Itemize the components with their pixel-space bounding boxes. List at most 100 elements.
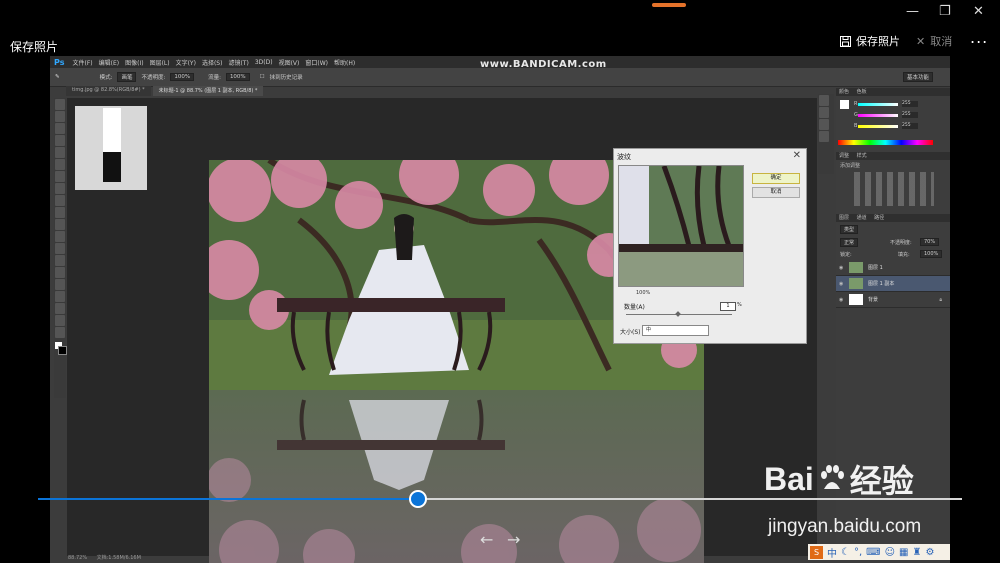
amount-slider-handle[interactable]	[675, 311, 681, 317]
background-color-swatch[interactable]	[58, 346, 67, 355]
minimize-button[interactable]: —	[906, 4, 919, 19]
blend-mode-select[interactable]: 正常	[840, 238, 859, 247]
eyedropper-tool-icon[interactable]	[55, 159, 65, 170]
adjustment-icons[interactable]	[854, 172, 934, 206]
mode-select[interactable]: 画笔	[117, 72, 137, 82]
dialog-close-icon[interactable]: ✕	[793, 150, 801, 161]
preview-zoom[interactable]: 100%	[636, 290, 650, 296]
next-arrow[interactable]: →	[507, 530, 520, 549]
crop-tool-icon[interactable]	[55, 147, 65, 158]
prev-arrow[interactable]: ←	[480, 530, 493, 549]
menu-item[interactable]: 图层(L)	[150, 58, 170, 67]
ime-mode[interactable]: 中	[827, 545, 837, 560]
tab-adjustments[interactable]: 调整	[839, 153, 849, 159]
foreground-swatch[interactable]	[840, 100, 849, 109]
user-icon[interactable]: ☺	[885, 547, 895, 558]
b-slider[interactable]	[858, 125, 898, 128]
menu-item[interactable]: 滤镜(T)	[228, 58, 248, 67]
ok-button[interactable]: 确定	[752, 173, 800, 184]
blur-tool-icon[interactable]	[55, 243, 65, 254]
status-zoom[interactable]: 88.72%	[68, 555, 87, 561]
punctuation-icon[interactable]: °,	[854, 547, 862, 558]
eraser-tool-icon[interactable]	[55, 219, 65, 230]
dialog-cancel-button[interactable]: 取消	[752, 187, 800, 198]
color-panel-tabs: 颜色 色板	[836, 88, 950, 96]
type-tool-icon[interactable]	[55, 279, 65, 290]
moon-icon[interactable]: ☾	[841, 547, 850, 558]
history-checkbox[interactable]: ☐	[260, 74, 265, 80]
keyboard-icon[interactable]: ⌨	[866, 547, 880, 558]
eye-icon[interactable]: ◉	[839, 281, 849, 287]
size-label: 大小(S)	[620, 329, 641, 336]
actions-panel-icon[interactable]	[819, 107, 829, 118]
shape-tool-icon[interactable]	[55, 303, 65, 314]
close-button[interactable]: ✕	[973, 4, 984, 19]
fill-input[interactable]: 100%	[920, 250, 943, 258]
save-photo-button[interactable]: 保存照片	[840, 33, 900, 49]
menu-item[interactable]: 选择(S)	[202, 58, 223, 67]
sogou-icon[interactable]: S	[810, 545, 823, 559]
menu-item[interactable]: 窗口(W)	[305, 58, 328, 67]
tab-untitled[interactable]: 未标题-1 @ 88.7% (图层 1 副本, RGB/8) *	[152, 86, 264, 96]
g-value[interactable]: 255	[902, 112, 918, 118]
layer-row[interactable]: ◉ 图层 1	[836, 260, 950, 276]
menu-item[interactable]: 视图(V)	[279, 58, 300, 67]
menu-item[interactable]: 图像(I)	[125, 58, 143, 67]
workspace-select[interactable]: 基本功能	[903, 72, 934, 82]
layer-row[interactable]: ◉ 背景 🔒︎	[836, 292, 950, 308]
tab-layers[interactable]: 图层	[839, 215, 849, 221]
layer-opacity-input[interactable]: 70%	[920, 238, 940, 246]
tab-swatches[interactable]: 色板	[857, 89, 867, 95]
color-spectrum[interactable]	[838, 140, 933, 145]
r-value[interactable]: 255	[902, 101, 918, 107]
move-tool-icon[interactable]	[55, 99, 65, 110]
gradient-tool-icon[interactable]	[55, 231, 65, 242]
filter-preview[interactable]	[618, 165, 744, 287]
hand-tool-icon[interactable]	[55, 315, 65, 326]
clone-panel-icon[interactable]	[819, 131, 829, 142]
history-panel-icon[interactable]	[819, 95, 829, 106]
size-select[interactable]: 中	[642, 325, 709, 336]
brush-tool-icon[interactable]	[55, 183, 65, 194]
tab-paths[interactable]: 路径	[874, 215, 884, 221]
marquee-tool-icon[interactable]	[55, 111, 65, 122]
menu-item[interactable]: 文字(Y)	[176, 58, 196, 67]
restore-button[interactable]: ❐	[939, 4, 951, 19]
b-value[interactable]: 255	[902, 123, 918, 129]
layer-filter-select[interactable]: 类型	[840, 225, 859, 234]
zoom-tool-icon[interactable]	[55, 327, 65, 338]
healing-tool-icon[interactable]	[55, 171, 65, 182]
shirt-icon[interactable]: ♜	[912, 547, 921, 558]
tab-styles[interactable]: 样式	[857, 153, 867, 159]
stamp-tool-icon[interactable]	[55, 195, 65, 206]
settings-icon[interactable]: ⚙	[925, 547, 934, 558]
lasso-tool-icon[interactable]	[55, 123, 65, 134]
eye-icon[interactable]: ◉	[839, 265, 849, 271]
opacity-input[interactable]: 100%	[170, 73, 195, 81]
menu-item[interactable]: 帮助(H)	[334, 58, 355, 67]
brush-icon[interactable]: ✎	[55, 74, 60, 80]
cancel-button[interactable]: ✕ 取消	[916, 33, 952, 49]
g-slider[interactable]	[858, 114, 898, 117]
more-button[interactable]: ...	[970, 28, 988, 47]
amount-slider[interactable]	[626, 311, 732, 317]
dodge-tool-icon[interactable]	[55, 255, 65, 266]
eye-icon[interactable]: ◉	[839, 297, 849, 303]
menu-item[interactable]: 编辑(E)	[99, 58, 119, 67]
pen-tool-icon[interactable]	[55, 267, 65, 278]
tab-timg[interactable]: timg.jpg @ 82.8%(RGB/8#) *	[66, 86, 151, 96]
r-slider[interactable]	[858, 103, 898, 106]
skin-icon[interactable]: ▦	[899, 547, 908, 558]
brush-panel-icon[interactable]	[819, 119, 829, 130]
flow-input[interactable]: 100%	[225, 73, 250, 81]
layer-row-selected[interactable]: ◉ 图层 1 副本	[836, 276, 950, 292]
tab-color[interactable]: 颜色	[839, 89, 849, 95]
menu-item[interactable]: 文件(F)	[72, 58, 92, 67]
progress-knob[interactable]	[408, 490, 427, 508]
history-brush-tool-icon[interactable]	[55, 207, 65, 218]
amount-input[interactable]: 1	[720, 302, 736, 311]
menu-item[interactable]: 3D(D)	[255, 59, 273, 66]
quick-select-tool-icon[interactable]	[55, 135, 65, 146]
tab-channels[interactable]: 通道	[857, 215, 867, 221]
path-select-tool-icon[interactable]	[55, 291, 65, 302]
